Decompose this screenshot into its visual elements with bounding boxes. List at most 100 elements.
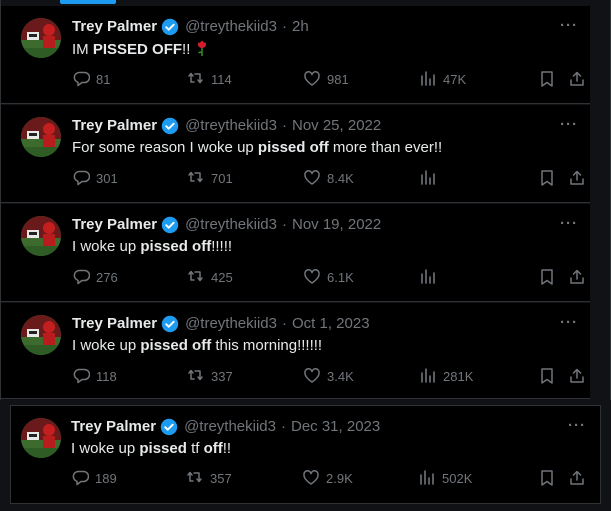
bookmark-button[interactable] [538, 70, 556, 88]
reply-button[interactable]: 81 [72, 70, 110, 88]
retweets-count: 337 [211, 368, 233, 384]
bookmark-icon [538, 367, 556, 385]
views-button[interactable] [419, 169, 443, 187]
avatar[interactable] [21, 216, 61, 256]
views-count: 281K [443, 368, 474, 384]
tweet-text: I woke up pissed off this morning!!!!!! [72, 336, 322, 356]
author-name[interactable]: Trey Palmer [72, 116, 157, 136]
tweet-text-segment: pissed [139, 440, 187, 457]
bookmark-button[interactable] [538, 268, 556, 286]
retweet-icon [186, 469, 204, 487]
replies-count: 81 [96, 71, 111, 87]
replies-count: 276 [96, 269, 118, 285]
tweet-timestamp[interactable]: 2h [292, 17, 309, 37]
active-tab-indicator [60, 0, 116, 4]
verified-badge-icon [160, 418, 178, 436]
more-options-icon[interactable]: ··· [560, 215, 578, 232]
views-button[interactable] [419, 268, 443, 286]
author-name[interactable]: Trey Palmer [71, 417, 156, 437]
retweets-count: 357 [210, 470, 232, 486]
author-handle[interactable]: @treythekiid3 [185, 314, 277, 334]
share-button[interactable] [568, 367, 586, 385]
tweet[interactable]: Trey Palmer @treythekiid3 · Oct 1, 2023 ··· I… [1, 303, 590, 399]
tweet-timestamp[interactable]: Oct 1, 2023 [292, 314, 370, 334]
more-options-icon[interactable]: ··· [568, 417, 586, 434]
reply-button[interactable]: 301 [72, 169, 118, 187]
likes-count: 3.4K [327, 368, 354, 384]
author-handle[interactable]: @treythekiid3 [185, 215, 277, 235]
author-handle[interactable]: @treythekiid3 [185, 17, 277, 37]
tweet[interactable]: Trey Palmer @treythekiid3 · 2h ··· IM PISSED … [1, 6, 590, 104]
views-count: 502K [442, 470, 473, 486]
views-button[interactable]: 47K [419, 70, 466, 88]
retweet-button[interactable]: 357 [186, 469, 232, 487]
more-options-icon[interactable]: ··· [560, 116, 578, 133]
tweet-text-segment: I woke up [72, 238, 141, 255]
bookmark-button[interactable] [538, 169, 556, 187]
retweet-icon [187, 70, 205, 88]
retweet-button[interactable]: 114 [187, 70, 232, 88]
author-handle[interactable]: @treythekiid3 [185, 116, 277, 136]
tweet-text-segment: pissed off [140, 238, 212, 255]
separator-dot: · [282, 117, 287, 134]
tweet-timestamp[interactable]: Nov 19, 2022 [292, 215, 381, 235]
author-name[interactable]: Trey Palmer [72, 17, 157, 37]
tweet-text: I woke up pissed tf off!! [71, 439, 231, 459]
tweet[interactable]: Trey Palmer @treythekiid3 · Dec 31, 2023 ···… [10, 405, 601, 504]
tweet-text-segment: off [203, 440, 223, 457]
heart-icon [302, 469, 320, 487]
tweet[interactable]: Trey Palmer @treythekiid3 · Nov 25, 2022 ···… [1, 105, 590, 203]
retweet-button[interactable]: 701 [187, 169, 233, 187]
share-button[interactable] [568, 268, 586, 286]
like-button[interactable]: 2.9K [302, 469, 353, 487]
views-chart-icon [419, 367, 437, 385]
avatar[interactable] [21, 18, 61, 58]
bookmark-icon [538, 469, 556, 487]
share-button[interactable] [568, 70, 586, 88]
separator-dot: · [282, 216, 287, 233]
reply-button[interactable]: 118 [72, 367, 117, 385]
tweet-text-segment: this morning!!!!!! [211, 337, 323, 354]
views-button[interactable]: 502K [418, 469, 472, 487]
more-options-icon[interactable]: ··· [560, 17, 578, 34]
tweet[interactable]: Trey Palmer @treythekiid3 · Nov 19, 2022 ···… [1, 204, 590, 302]
bookmark-button[interactable] [538, 469, 556, 487]
avatar[interactable] [21, 315, 61, 355]
share-button[interactable] [568, 469, 586, 487]
author-name[interactable]: Trey Palmer [72, 215, 157, 235]
tweet-text-segment: I woke up [71, 440, 140, 457]
views-button[interactable]: 281K [419, 367, 473, 385]
like-button[interactable]: 8.4K [303, 169, 354, 187]
like-button[interactable]: 981 [303, 70, 349, 88]
avatar[interactable] [21, 418, 61, 458]
author-name[interactable]: Trey Palmer [72, 314, 157, 334]
bookmark-icon [538, 169, 556, 187]
like-button[interactable]: 6.1K [303, 268, 354, 286]
tweet-text-segment: For some reason I woke up [72, 139, 258, 156]
retweet-button[interactable]: 337 [187, 367, 233, 385]
tweet-text: For some reason I woke up pissed off mor… [72, 138, 442, 158]
likes-count: 6.1K [327, 269, 354, 285]
share-icon [568, 169, 586, 187]
more-options-icon[interactable]: ··· [560, 314, 578, 331]
retweet-icon [187, 169, 205, 187]
bookmark-button[interactable] [538, 367, 556, 385]
tweet-text: I woke up pissed off!!!!! [72, 237, 232, 257]
tweet-timestamp[interactable]: Dec 31, 2023 [291, 417, 380, 437]
like-button[interactable]: 3.4K [303, 367, 354, 385]
reply-icon [72, 367, 90, 385]
tweet-text-segment: IM [72, 41, 93, 58]
replies-count: 301 [96, 170, 118, 186]
tweet-text-segment: pissed off [140, 337, 212, 354]
tweet-timestamp[interactable]: Nov 25, 2022 [292, 116, 381, 136]
likes-count: 2.9K [326, 470, 353, 486]
share-button[interactable] [568, 169, 586, 187]
reply-button[interactable]: 189 [71, 469, 117, 487]
reply-button[interactable]: 276 [72, 268, 118, 286]
likes-count: 8.4K [327, 170, 354, 186]
avatar[interactable] [21, 117, 61, 157]
reply-icon [72, 268, 90, 286]
tweet-text-segment: PISSED OFF [92, 41, 183, 58]
retweet-button[interactable]: 425 [187, 268, 233, 286]
author-handle[interactable]: @treythekiid3 [184, 417, 276, 437]
